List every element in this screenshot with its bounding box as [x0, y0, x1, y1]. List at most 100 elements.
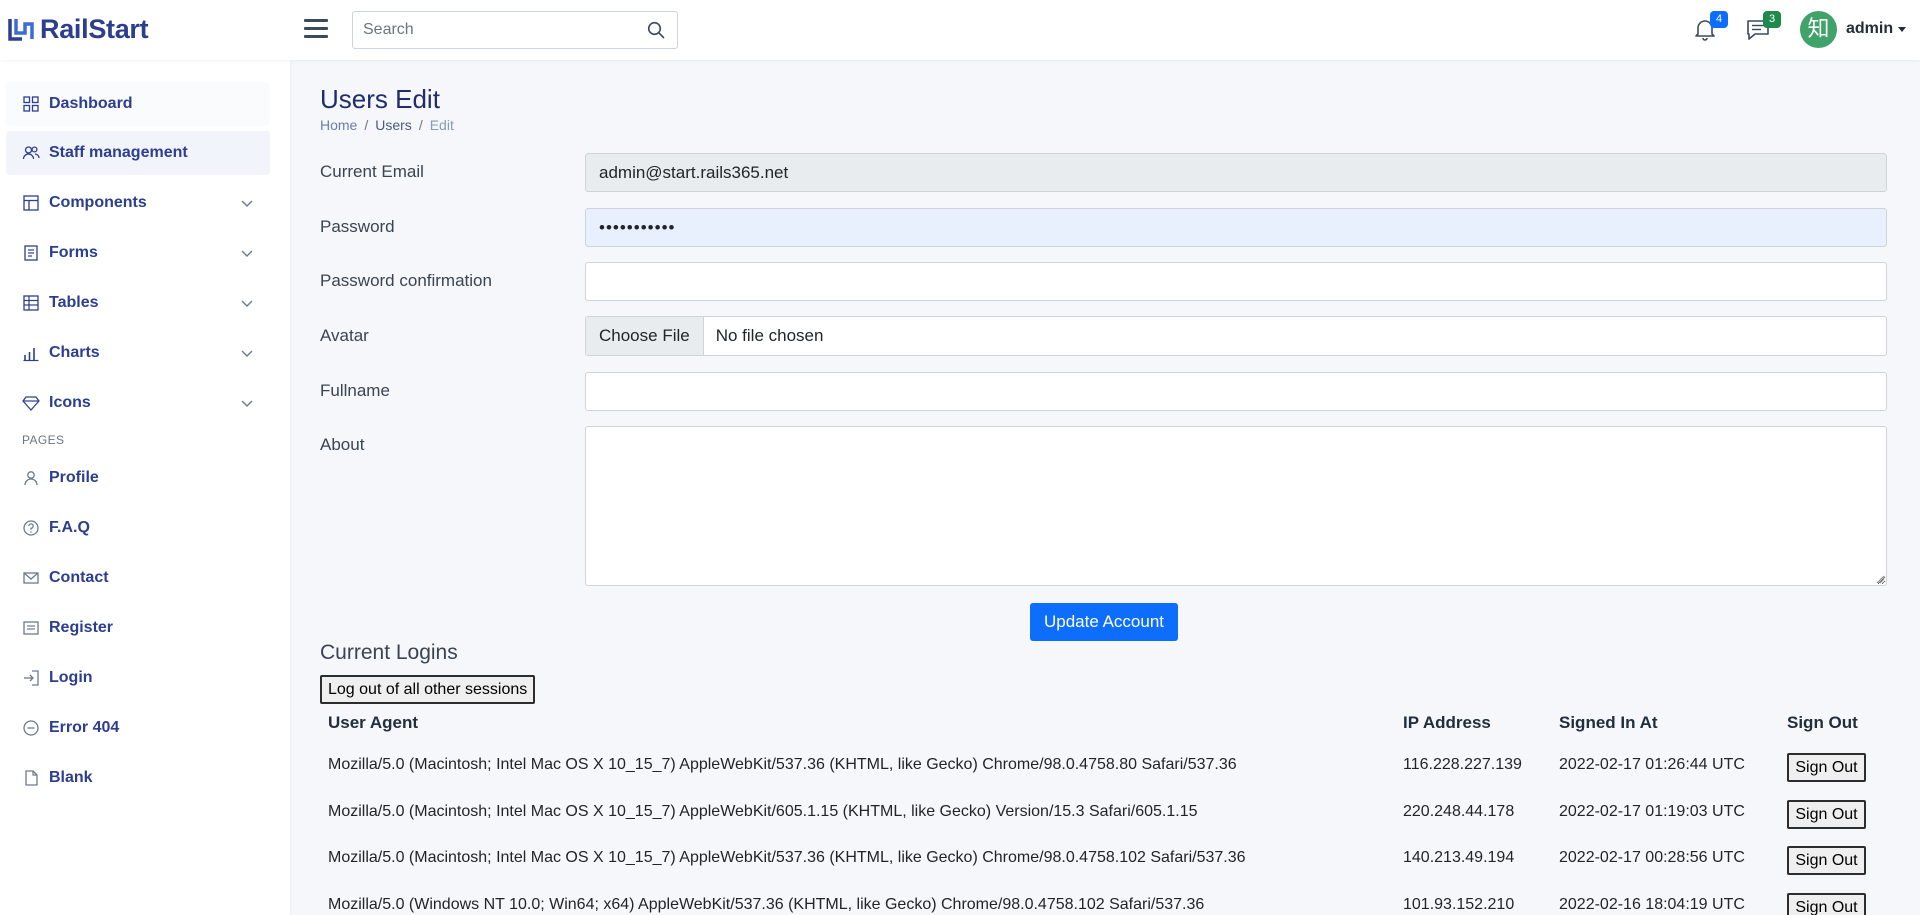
sidebar-item-label: Components: [49, 194, 147, 211]
avatar[interactable]: 知: [1800, 11, 1837, 48]
sidebar-item-login[interactable]: Login: [6, 656, 270, 700]
table-row-ip: 101.93.152.210: [1403, 896, 1515, 913]
sidebar-item-register[interactable]: Register: [6, 606, 270, 650]
password-field[interactable]: [585, 208, 1887, 247]
search-input[interactable]: [353, 12, 633, 48]
current-logins-heading: Current Logins: [320, 641, 458, 664]
sidebar-item-label: Register: [49, 619, 114, 636]
top-navbar: RailStart 4 3 知 admin: [0, 0, 1920, 60]
search-icon[interactable]: [647, 21, 665, 39]
chevron-down-icon: [241, 200, 253, 207]
current-email-label: Current Email: [320, 162, 424, 181]
bar-chart-icon: [23, 348, 39, 362]
sidebar-item-label: Staff management: [49, 144, 188, 161]
sidebar-item-contact[interactable]: Contact: [6, 556, 270, 600]
sidebar-toggle-button[interactable]: [302, 16, 330, 42]
caret-down-icon: [1898, 26, 1907, 32]
table-row-signed-in: 2022-02-17 00:28:56 UTC: [1559, 849, 1745, 866]
brand-logo[interactable]: RailStart: [6, 11, 149, 47]
table-row-signed-in: 2022-02-17 01:26:44 UTC: [1559, 756, 1745, 773]
page-title: Users Edit: [320, 84, 440, 114]
sidebar-item-profile[interactable]: Profile: [6, 456, 270, 500]
sidebar-item-label: Icons: [49, 394, 91, 411]
breadcrumb-current: Edit: [429, 117, 454, 133]
sidebar-item-error-404[interactable]: Error 404: [6, 706, 270, 750]
messages-button[interactable]: 3: [1745, 11, 1781, 42]
resize-handle-icon[interactable]: [1876, 575, 1885, 584]
update-account-button[interactable]: Update Account: [1030, 603, 1178, 641]
chevron-down-icon: [241, 250, 253, 257]
layout-icon: [23, 195, 39, 211]
logout-all-sessions-button[interactable]: Log out of all other sessions: [320, 675, 536, 704]
minus-circle-icon: [23, 720, 39, 736]
table-row-user-agent: Mozilla/5.0 (Macintosh; Intel Mac OS X 1…: [328, 849, 1246, 866]
brand-name: RailStart: [40, 13, 149, 44]
notifications-badge: 4: [1710, 11, 1728, 28]
about-wrapper: [585, 426, 1887, 586]
messages-badge: 3: [1763, 11, 1781, 28]
col-header-ip-address: IP Address: [1403, 713, 1491, 732]
sidebar-item-label: Forms: [49, 244, 98, 261]
breadcrumb-users[interactable]: Users: [375, 117, 412, 133]
table-row-user-agent: Mozilla/5.0 (Macintosh; Intel Mac OS X 1…: [328, 756, 1237, 773]
sidebar-item-forms[interactable]: Forms: [6, 231, 270, 275]
password-label: Password: [320, 217, 395, 236]
clipboard-icon: [24, 245, 38, 261]
table-row-user-agent: Mozilla/5.0 (Macintosh; Intel Mac OS X 1…: [328, 803, 1198, 820]
about-textarea[interactable]: [585, 426, 1887, 586]
table-row-signed-in: 2022-02-17 01:19:03 UTC: [1559, 803, 1745, 820]
sidebar-item-label: Dashboard: [49, 95, 133, 112]
fullname-field[interactable]: [585, 372, 1887, 411]
user-icon: [24, 471, 38, 486]
sidebar-item-dashboard[interactable]: Dashboard: [6, 82, 270, 126]
breadcrumb: Home / Users / Edit: [320, 117, 454, 133]
sidebar-item-tables[interactable]: Tables: [6, 281, 270, 325]
sidebar-item-label: Login: [49, 669, 93, 686]
sidebar-item-blank[interactable]: Blank: [6, 756, 270, 800]
col-header-sign-out: Sign Out: [1787, 713, 1858, 732]
grid-icon: [23, 96, 39, 112]
sign-out-button[interactable]: Sign Out: [1787, 846, 1866, 875]
choose-file-button[interactable]: Choose File: [586, 317, 704, 355]
sidebar-item-components[interactable]: Components: [6, 181, 270, 225]
sidebar-item-label: Error 404: [49, 719, 120, 736]
main-content: Users Edit Home / Users / Edit Current Email…: [290, 60, 1920, 915]
current-email-field: [585, 153, 1887, 192]
sidebar-item-label: Blank: [49, 769, 93, 786]
sign-out-button[interactable]: Sign Out: [1787, 893, 1866, 915]
table-row-ip: 140.213.49.194: [1403, 849, 1515, 866]
list-icon: [23, 621, 39, 635]
sidebar-item-label: F.A.Q: [49, 519, 90, 536]
mail-icon: [23, 572, 39, 584]
chevron-down-icon: [241, 350, 253, 357]
file-icon: [25, 770, 38, 786]
sidebar-item-staff-management[interactable]: Staff management: [6, 131, 270, 175]
table-row-user-agent: Mozilla/5.0 (Windows NT 10.0; Win64; x64…: [328, 896, 1205, 913]
login-icon: [24, 670, 39, 686]
file-status-text: No file chosen: [715, 326, 824, 345]
fullname-label: Fullname: [320, 381, 390, 400]
sign-out-button[interactable]: Sign Out: [1787, 753, 1866, 782]
sidebar-item-faq[interactable]: F.A.Q: [6, 506, 270, 550]
sidebar-item-icons[interactable]: Icons: [6, 381, 270, 425]
chevron-down-icon: [241, 400, 253, 407]
col-header-signed-in-at: Signed In At: [1559, 713, 1658, 732]
password-confirmation-label: Password confirmation: [320, 271, 492, 290]
help-circle-icon: [23, 520, 39, 536]
sidebar-item-label: Contact: [49, 569, 109, 586]
about-label: About: [320, 435, 365, 454]
sidebar-item-charts[interactable]: Charts: [6, 331, 270, 375]
avatar-file-input[interactable]: Choose File No file chosen: [585, 316, 1887, 356]
sign-out-button[interactable]: Sign Out: [1787, 800, 1866, 829]
user-dropdown[interactable]: admin: [1846, 20, 1907, 38]
username: admin: [1846, 20, 1894, 37]
diamond-icon: [22, 396, 40, 411]
sidebar-item-label: Profile: [49, 469, 99, 486]
notifications-button[interactable]: 4: [1692, 11, 1728, 42]
sidebar: Dashboard Staff management Components Fo…: [0, 60, 290, 915]
table-row-ip: 220.248.44.178: [1403, 803, 1515, 820]
breadcrumb-home[interactable]: Home: [320, 117, 357, 133]
users-icon: [22, 146, 40, 160]
password-confirmation-field[interactable]: [585, 262, 1887, 301]
avatar-label: Avatar: [320, 326, 369, 345]
